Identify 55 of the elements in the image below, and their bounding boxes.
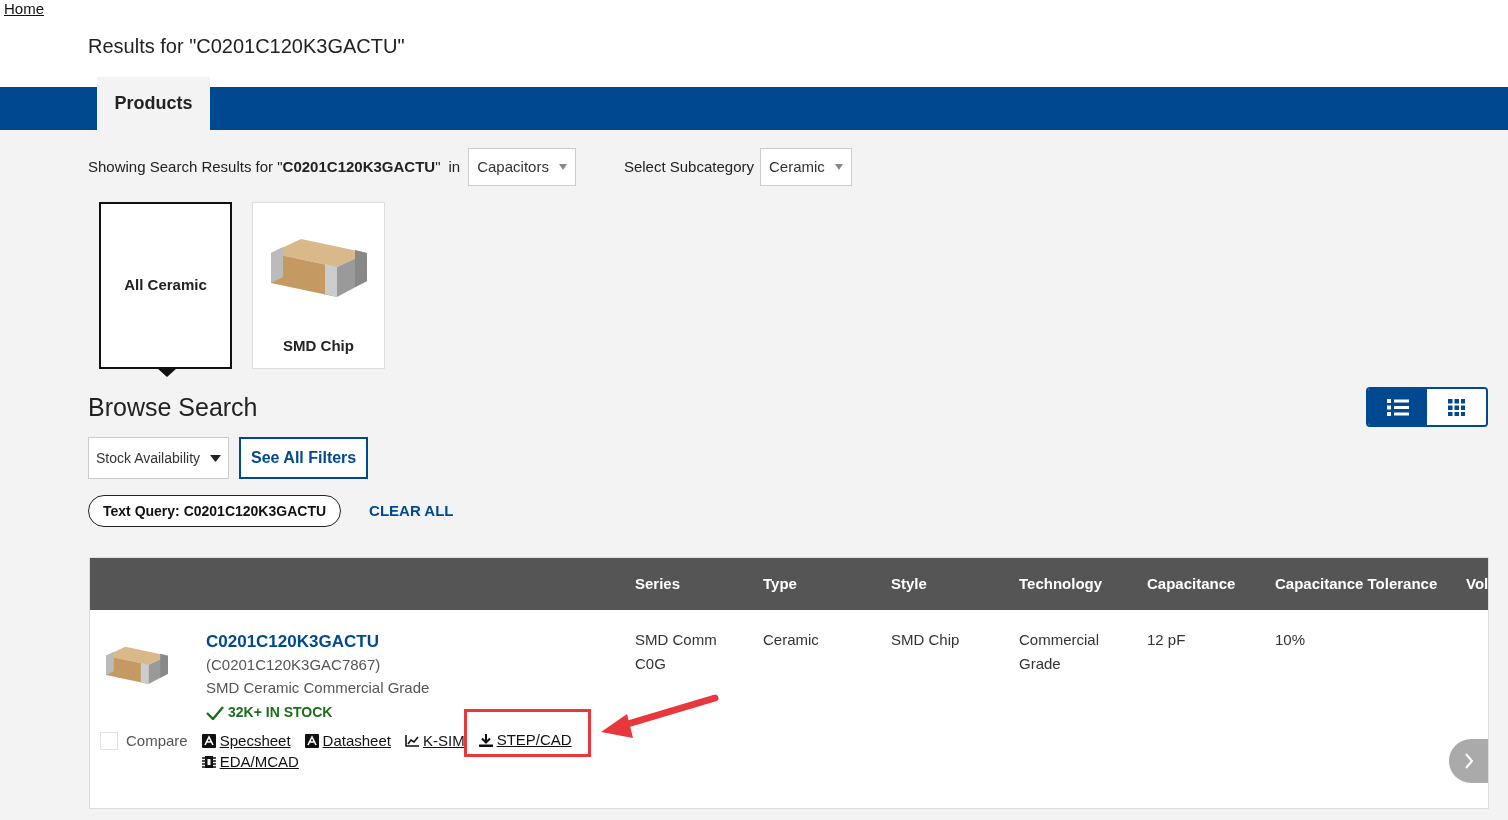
table-cell-text: SMD Comm C0G (635, 630, 718, 674)
page-title: Results for "C0201C120K3GACTU" (88, 34, 405, 58)
pdf-icon (304, 733, 319, 748)
compare-label: Compare (126, 731, 188, 751)
line-chart-icon (405, 734, 419, 747)
table-cell-text: Commercial Grade (1019, 630, 1100, 674)
category-tile[interactable]: SMD Chip (252, 202, 385, 369)
column-header: Style (891, 574, 927, 592)
products-tab[interactable]: Products (97, 77, 210, 130)
list-icon (1386, 398, 1409, 416)
browse-title: Browse Search (88, 392, 258, 422)
download-icon (478, 733, 493, 747)
see-all-filters-button[interactable]: See All Filters (239, 437, 369, 479)
document-link[interactable]: K-SIM (405, 730, 465, 752)
stock-status: 32K+ IN STOCK (228, 703, 333, 722)
selection-pointer (157, 368, 177, 377)
column-header: Vol (1466, 574, 1488, 592)
subcategory-label: Select Subcategory (623, 156, 754, 177)
chip-icon (201, 754, 216, 769)
document-link[interactable]: STEP/CAD (478, 730, 572, 750)
table-cell-text: Ceramic (763, 630, 820, 650)
search-summary-text: Showing Search Results for "C0201C120K3GACTU" (88, 156, 441, 177)
caret-icon (558, 164, 567, 170)
column-header: Capacitance (1147, 574, 1236, 592)
subcategory-dropdown[interactable]: Ceramic (759, 148, 852, 186)
caret-icon (834, 164, 843, 170)
column-header: Series (635, 574, 681, 592)
part-number-link[interactable]: C0201C120K3GACTU (206, 630, 379, 653)
alt-part-number: (C0201C120K3GAC7867) (206, 655, 382, 675)
document-link[interactable]: Datasheet (304, 730, 391, 752)
table-cell-text: 12 pF (1147, 630, 1187, 650)
column-header: Technology (1019, 574, 1103, 592)
grid-icon (1448, 398, 1465, 416)
in-label: in (448, 156, 461, 177)
document-link[interactable]: EDA/MCAD (201, 751, 299, 772)
breadcrumb-link[interactable]: Home (4, 0, 44, 21)
category-dropdown[interactable]: Capacitors (468, 148, 576, 186)
column-header: Capacitance Tolerance (1275, 574, 1438, 592)
table-cell-text: 10% (1275, 630, 1307, 650)
caret-icon (210, 454, 221, 462)
clear-all-link[interactable]: CLEAR ALL (369, 499, 454, 523)
check-icon (206, 705, 224, 720)
grid-view-button[interactable] (1427, 389, 1486, 425)
list-view-button[interactable] (1368, 389, 1427, 425)
view-toggle[interactable] (1366, 387, 1488, 427)
compare-checkbox[interactable] (100, 732, 118, 751)
capacitor-chip-drawing (106, 646, 168, 686)
column-header: Type (763, 574, 797, 592)
table-cell-text: SMD Chip (891, 630, 961, 650)
chevron-right-icon (1464, 753, 1474, 769)
stock-availability-dropdown[interactable]: Stock Availability (88, 437, 229, 479)
document-link[interactable]: Specsheet (201, 730, 291, 752)
product-description: SMD Ceramic Commercial Grade (206, 678, 430, 698)
pdf-icon (201, 733, 216, 748)
filter-chip[interactable]: Text Query: C0201C120K3GACTU (88, 495, 342, 527)
